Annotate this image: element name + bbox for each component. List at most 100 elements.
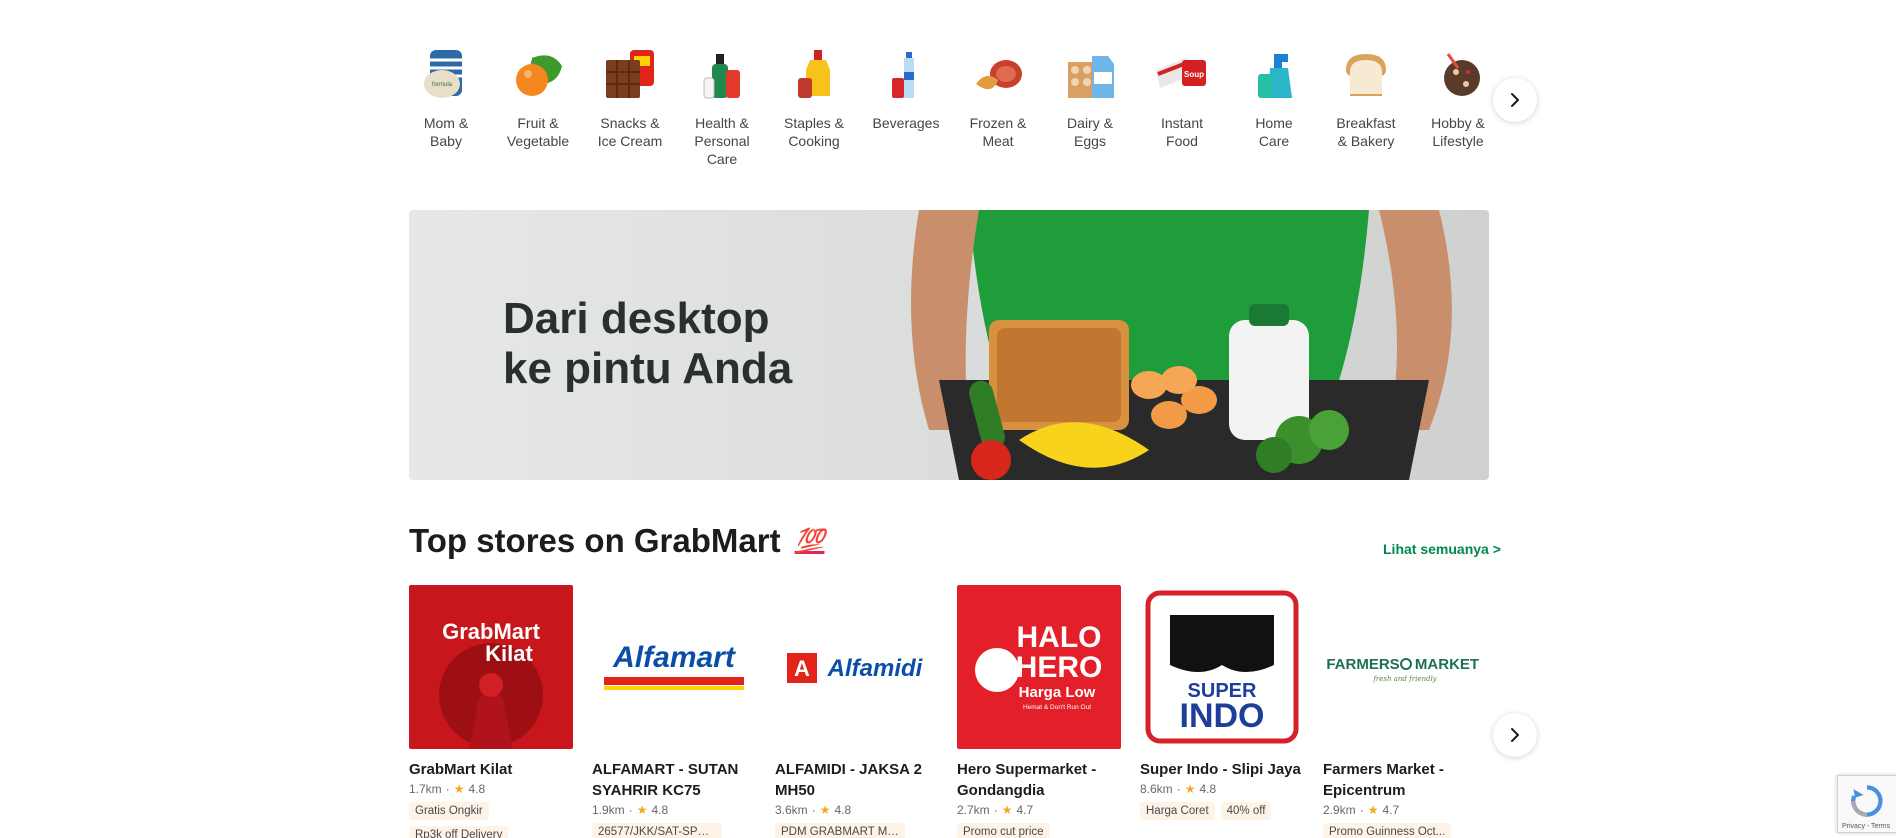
chevron-right-icon	[1511, 728, 1519, 742]
store-logo-hero: HALO HERO Harga Low Hemat & Don't Run Ou…	[957, 585, 1121, 749]
star-icon: ★	[636, 803, 648, 817]
store-carousel: GrabMart Kilat GrabMart Kilat 1.7km · ★ 4…	[409, 585, 1499, 838]
hobby-icon	[1444, 53, 1480, 96]
category-breakfast-bakery[interactable]: Breakfast & Bakery	[1320, 44, 1412, 150]
promo-tag: Gratis Ongkir	[409, 802, 489, 820]
svg-text:HALO: HALO	[1017, 621, 1102, 654]
category-frozen-meat[interactable]: Frozen & Meat	[952, 44, 1044, 150]
store-name: GrabMart Kilat	[409, 761, 513, 778]
store-card[interactable]: A Alfamidi ALFAMIDI - JAKSA 2 MH50 3.6km…	[775, 585, 939, 838]
store-logo-grabmart-kilat: GrabMart Kilat	[409, 585, 573, 749]
categories-next-button[interactable]	[1493, 78, 1537, 122]
bread-icon	[1346, 54, 1386, 96]
store-meta: 3.6km · ★ 4.8	[775, 803, 852, 817]
category-beverages[interactable]: Beverages	[860, 44, 952, 132]
see-all-link[interactable]: Lihat semuanya >	[1383, 541, 1501, 557]
store-meta: 2.9km · ★ 4.7	[1323, 803, 1400, 817]
star-icon: ★	[1367, 803, 1379, 817]
svg-text:fresh and friendly: fresh and friendly	[1372, 675, 1437, 683]
category-dairy-eggs[interactable]: Dairy & Eggs	[1044, 44, 1136, 150]
svg-text:INDO: INDO	[1180, 697, 1265, 735]
category-label: Dairy & Eggs	[1067, 115, 1113, 149]
promo-tag: Harga Coret	[1140, 802, 1215, 820]
store-name: Super Indo - Slipi Jaya	[1140, 761, 1301, 778]
promo-tag: 40% off	[1220, 802, 1272, 820]
store-logo-alfamidi: A Alfamidi	[775, 585, 939, 749]
store-logo-super-indo: SUPER INDO	[1140, 585, 1304, 749]
category-label: Breakfast & Bakery	[1336, 115, 1396, 149]
category-health-personal-care[interactable]: Health & Personal Care	[676, 44, 768, 168]
svg-text:A: A	[794, 656, 810, 681]
category-label: Beverages	[872, 115, 940, 131]
section-title-top-stores: Top stores on GrabMart 💯	[409, 522, 825, 559]
fruit-icon	[516, 55, 562, 96]
category-snacks-ice-cream[interactable]: Snacks & Ice Cream	[584, 44, 676, 150]
health-icon	[703, 54, 740, 99]
category-hobby-lifestyle[interactable]: Hobby & Lifestyle	[1412, 44, 1504, 150]
promo-tag: Promo Guinness Oct...	[1323, 823, 1452, 838]
svg-text:formula: formula	[432, 82, 453, 88]
svg-text:HERO: HERO	[1016, 651, 1103, 684]
store-card[interactable]: GrabMart Kilat GrabMart Kilat 1.7km · ★ 4…	[409, 585, 573, 838]
cleaning-icon	[1258, 54, 1292, 98]
category-staples-cooking[interactable]: Staples & Cooking	[768, 44, 860, 150]
stores-next-button[interactable]	[1493, 713, 1537, 757]
store-tags: Promo cut price	[957, 823, 1121, 838]
svg-text:Hemat & Don't Run Out: Hemat & Don't Run Out	[1023, 704, 1091, 711]
recaptcha-links[interactable]: Privacy - Terms	[1842, 823, 1890, 830]
snacks-icon	[606, 50, 654, 98]
store-meta: 1.7km · ★ 4.8	[409, 782, 486, 796]
store-logo-farmers-market: FARMERS MARKET fresh and friendly	[1323, 585, 1487, 749]
svg-text:FARMERS: FARMERS	[1326, 656, 1399, 673]
svg-text:Alfamidi: Alfamidi	[827, 655, 924, 682]
oil-bottle-icon	[798, 50, 830, 98]
recaptcha-icon	[1851, 785, 1883, 817]
svg-text:Kilat: Kilat	[485, 641, 533, 666]
meat-icon	[976, 60, 1022, 90]
category-instant-food[interactable]: Soup Instant Food	[1136, 44, 1228, 150]
category-label: Fruit & Vegetable	[506, 115, 570, 149]
category-label: Home Care	[1255, 115, 1293, 149]
promo-tag: Rp3k off Delivery	[409, 826, 509, 838]
promo-tag: Promo cut price	[957, 823, 1050, 838]
svg-text:Soup: Soup	[1184, 70, 1204, 79]
star-icon: ★	[453, 782, 465, 796]
store-tags: PDM GRABMART MIDI	[775, 823, 939, 838]
category-label: Hobby & Lifestyle	[1431, 115, 1485, 149]
beverage-icon	[892, 52, 914, 98]
store-card[interactable]: HALO HERO Harga Low Hemat & Don't Run Ou…	[957, 585, 1121, 838]
store-name: ALFAMART - SUTAN SYAHRIR KC75	[592, 761, 739, 799]
category-home-care[interactable]: Home Care	[1228, 44, 1320, 150]
category-fruit-vegetable[interactable]: Fruit & Vegetable	[492, 44, 584, 150]
category-mom-baby[interactable]: formula Mom & Baby	[400, 44, 492, 150]
store-meta: 8.6km · ★ 4.8	[1140, 782, 1217, 796]
category-label: Mom & Baby	[423, 115, 469, 149]
instant-noodle-icon: Soup	[1156, 58, 1206, 88]
recaptcha-badge[interactable]: Privacy - Terms	[1837, 775, 1896, 833]
store-name: Hero Supermarket - Gondangdia	[957, 761, 1097, 799]
svg-text:MARKET: MARKET	[1415, 656, 1479, 673]
category-label: Staples & Cooking	[784, 115, 844, 149]
category-label: Health & Personal Care	[694, 115, 750, 167]
baby-formula-icon: formula	[424, 50, 462, 98]
store-meta: 2.7km · ★ 4.7	[957, 803, 1034, 817]
store-tags: Harga Coret 40% off	[1140, 802, 1304, 820]
category-label: Snacks & Ice Cream	[597, 115, 663, 149]
category-label: Frozen & Meat	[969, 115, 1027, 149]
chevron-right-icon	[1511, 93, 1519, 107]
banner-title: Dari desktop ke pintu Anda	[503, 294, 793, 393]
store-card[interactable]: FARMERS MARKET fresh and friendly Farmer…	[1323, 585, 1487, 838]
promo-tag: 26577/JKK/SAT-SPRM...	[592, 823, 722, 838]
store-card[interactable]: SUPER INDO Super Indo - Slipi Jaya 8.6km…	[1140, 585, 1304, 820]
store-card[interactable]: Alfamart ALFAMART - SUTAN SYAHRIR KC75 1…	[592, 585, 756, 838]
svg-text:Harga Low: Harga Low	[1019, 684, 1096, 701]
star-icon: ★	[819, 803, 831, 817]
category-carousel: formula Mom & Baby Fruit & Vegetable Snack…	[400, 44, 1490, 174]
store-meta: 1.9km · ★ 4.8	[592, 803, 669, 817]
star-icon: ★	[1001, 803, 1013, 817]
dairy-icon	[1068, 56, 1114, 98]
store-tags: Gratis Ongkir	[409, 802, 573, 820]
store-logo-alfamart: Alfamart	[592, 585, 756, 749]
store-name: Farmers Market - Epicentrum	[1323, 761, 1444, 799]
promo-banner[interactable]: Dari desktop ke pintu Anda	[409, 210, 1489, 480]
